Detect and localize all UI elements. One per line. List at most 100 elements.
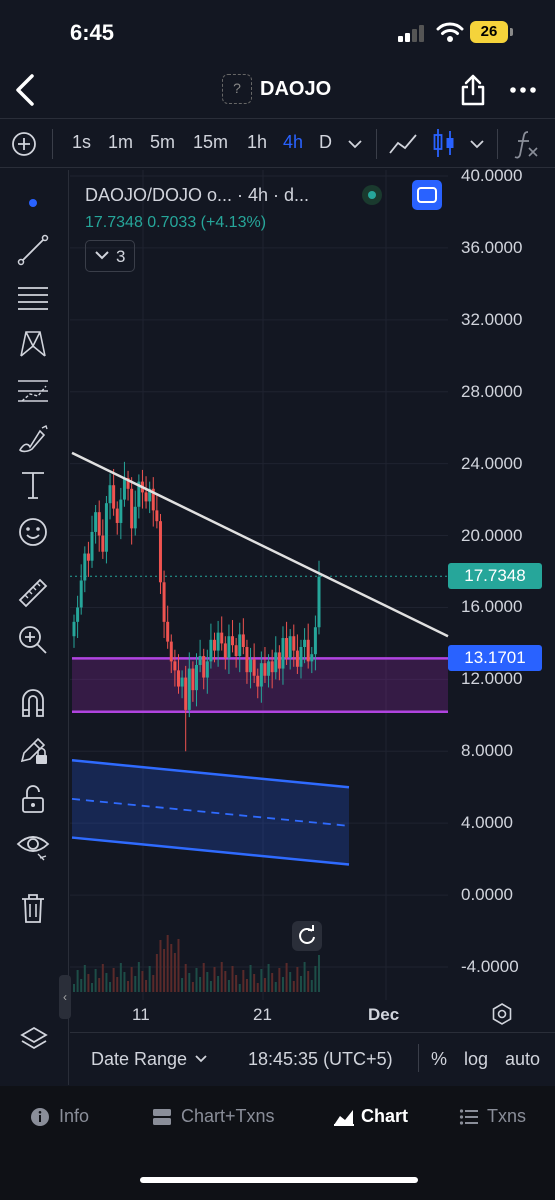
unlock-icon[interactable] — [16, 782, 50, 816]
indicator-count: 3 — [116, 247, 126, 266]
volume-bar — [206, 972, 209, 992]
time-tick: 11 — [132, 1005, 150, 1024]
zoom-in-icon[interactable] — [16, 623, 50, 657]
timeframe-1h[interactable]: 1h — [247, 132, 267, 153]
trend-line-tool-icon[interactable] — [16, 233, 50, 267]
candle-body — [306, 639, 310, 662]
measure-ruler-icon[interactable] — [16, 576, 50, 610]
chevron-down-icon[interactable] — [194, 1054, 208, 1064]
volume-bar — [249, 965, 252, 992]
visibility-eye-icon[interactable] — [16, 828, 50, 862]
timeframe-1s[interactable]: 1s — [72, 132, 91, 153]
timeframe-1m[interactable]: 1m — [108, 132, 133, 153]
volume-bar — [155, 954, 158, 992]
split-view-icon — [153, 1109, 171, 1125]
volume-bar — [73, 984, 75, 992]
percent-scale-toggle[interactable]: % — [431, 1049, 447, 1070]
chart-type-dropdown-icon[interactable] — [469, 139, 485, 149]
volume-bar — [159, 940, 162, 992]
pattern-tool-icon[interactable] — [16, 327, 50, 361]
indicators-toggle[interactable]: 3 — [85, 240, 135, 272]
tab-info[interactable]: Info — [59, 1106, 89, 1127]
text-tool-icon[interactable] — [16, 468, 50, 502]
volume-bar — [253, 974, 256, 992]
volume-bar — [123, 972, 126, 992]
candle-body — [227, 636, 231, 658]
info-icon — [31, 1108, 49, 1126]
magnet-icon[interactable] — [16, 686, 50, 720]
volume-bar — [188, 973, 191, 992]
candle-body — [101, 535, 105, 552]
timeframe-dropdown-icon[interactable] — [347, 139, 363, 149]
candle-body — [202, 655, 206, 678]
collapse-toolbar-handle[interactable]: ‹ — [59, 975, 71, 1019]
chart-settings-icon[interactable] — [490, 1002, 514, 1026]
volume-bar — [76, 970, 79, 992]
time-tick: Dec — [368, 1005, 400, 1024]
timezone-clock[interactable]: 18:45:35 (UTC+5) — [248, 1049, 393, 1070]
price-tick: 0.0000 — [461, 885, 513, 905]
candle-body — [299, 647, 303, 667]
tab-txns[interactable]: Txns — [487, 1106, 526, 1127]
candle-body — [259, 663, 263, 687]
candle-body — [216, 632, 220, 651]
forecasting-tool-icon[interactable] — [16, 374, 50, 408]
cellular-signal-icon — [398, 25, 424, 42]
volume-bar — [199, 977, 202, 992]
candle-body — [213, 639, 217, 651]
share-button[interactable] — [458, 72, 488, 108]
volume-bar — [245, 979, 248, 992]
timeframe-15m[interactable]: 15m — [193, 132, 228, 153]
price-tick: 28.0000 — [461, 381, 523, 401]
descending-trendline — [71, 451, 449, 638]
token-placeholder-icon: ? — [222, 74, 252, 104]
line-chart-type-icon[interactable] — [388, 131, 418, 157]
cursor-dot-icon[interactable] — [16, 186, 50, 220]
back-button[interactable] — [12, 72, 40, 108]
volume-bar — [191, 982, 194, 992]
brush-tool-icon[interactable] — [16, 421, 50, 455]
volume-bar — [145, 980, 148, 992]
fullscreen-icon[interactable] — [412, 180, 442, 210]
candlestick-chart-type-icon[interactable] — [432, 127, 456, 159]
candle-body — [277, 652, 281, 669]
home-indicator — [140, 1177, 418, 1183]
candle-body — [130, 488, 134, 529]
auto-scale-toggle[interactable]: auto — [505, 1049, 540, 1070]
volume-bar — [224, 971, 227, 992]
battery-icon: 26 — [470, 21, 508, 43]
reset-chart-button[interactable] — [292, 921, 322, 951]
candle-body — [122, 478, 126, 500]
tab-chart-txns[interactable]: Chart+Txns — [181, 1106, 275, 1127]
candle-body — [198, 655, 202, 665]
timeframe-d[interactable]: D — [319, 132, 332, 153]
volume-bar — [127, 981, 130, 992]
more-options-button[interactable] — [508, 82, 538, 98]
delete-trash-icon[interactable] — [16, 891, 50, 925]
volume-bar — [235, 975, 238, 992]
timeframe-4h[interactable]: 4h — [283, 132, 303, 153]
indicators-fx-icon[interactable] — [512, 129, 540, 159]
candle-body — [238, 634, 242, 656]
candle-body — [173, 661, 177, 671]
fib-retracement-tool-icon[interactable] — [16, 280, 50, 314]
volume-bar — [285, 963, 288, 992]
time-tick: 21 — [253, 1005, 272, 1024]
volume-bar — [278, 968, 281, 992]
last-price-label: 17.7348 — [448, 563, 542, 590]
price-tick: 4.0000 — [461, 813, 513, 833]
emoji-tool-icon[interactable] — [16, 515, 50, 549]
lock-drawing-pencil-icon[interactable] — [16, 733, 50, 767]
candle-body — [180, 677, 184, 687]
add-symbol-icon[interactable] — [11, 131, 37, 157]
tab-chart[interactable]: Chart — [361, 1106, 408, 1127]
battery-tip — [510, 28, 513, 36]
volume-bar — [163, 949, 166, 992]
date-range-button[interactable]: Date Range — [91, 1049, 187, 1070]
candle-body — [169, 641, 173, 662]
layers-icon[interactable] — [20, 1025, 48, 1055]
timeframe-5m[interactable]: 5m — [150, 132, 175, 153]
log-scale-toggle[interactable]: log — [464, 1049, 488, 1070]
list-icon — [459, 1109, 478, 1125]
candle-body — [231, 636, 235, 646]
